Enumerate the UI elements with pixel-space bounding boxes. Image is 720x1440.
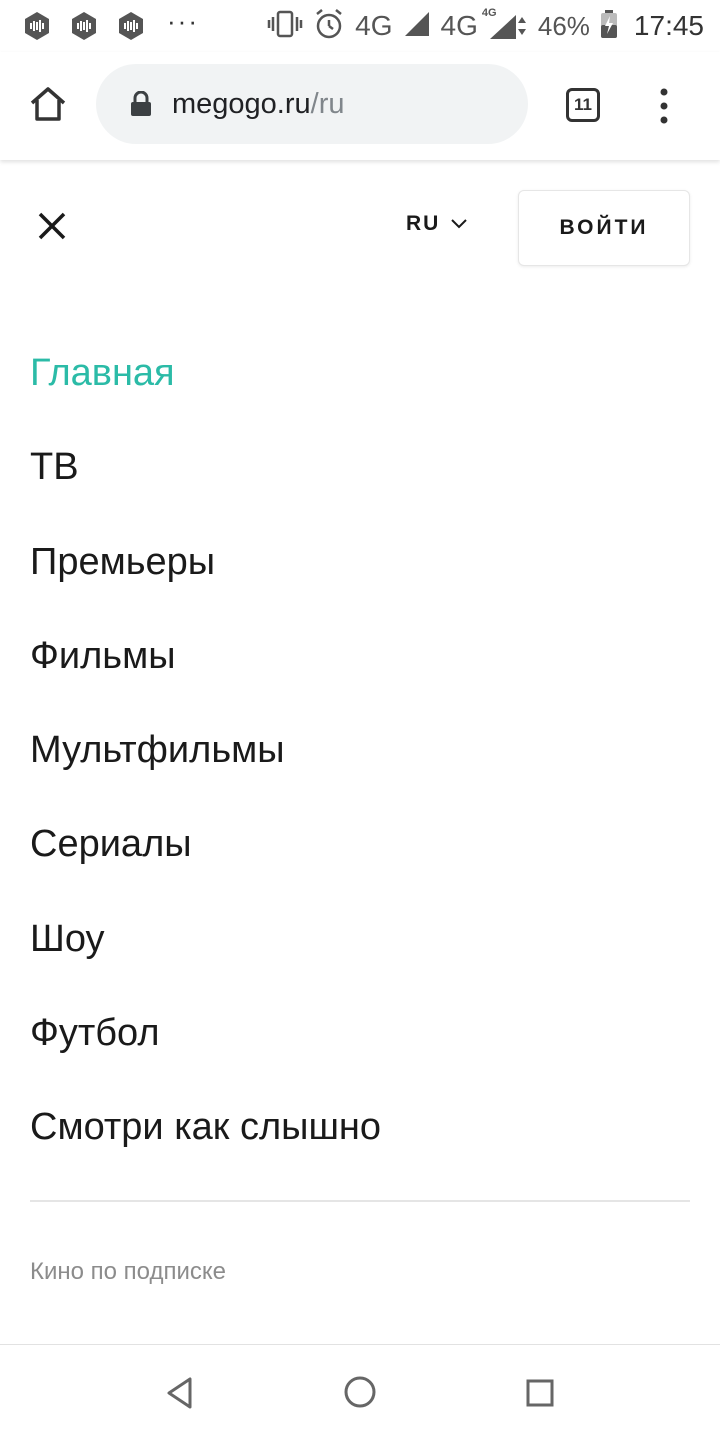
signal-data-icon: 4G — [482, 7, 528, 41]
url-host: megogo.ru — [172, 87, 311, 120]
menu-item-premieres[interactable]: Премьеры — [30, 515, 690, 609]
login-button[interactable]: ВОЙТИ — [518, 190, 690, 266]
menu-item-shows[interactable]: Шоу — [30, 892, 690, 986]
status-bar: ··· 4G 4G 4G 46% 17:45 — [0, 0, 720, 52]
soundcloud-notification-icon — [22, 11, 52, 41]
chevron-down-icon — [450, 212, 468, 236]
network-type-2: 4G — [440, 10, 478, 41]
menu-item-series[interactable]: Сериалы — [30, 797, 690, 891]
vibrate-icon — [267, 9, 303, 44]
network-type-1: 4G — [355, 10, 393, 41]
recent-apps-icon[interactable] — [526, 1379, 554, 1407]
tab-switcher-button[interactable]: 11 — [566, 88, 600, 122]
menu-item-tv[interactable]: ТВ — [30, 420, 690, 514]
battery-percent: 46% — [537, 10, 590, 41]
back-icon[interactable] — [164, 1375, 196, 1411]
menu-item-home[interactable]: Главная — [30, 326, 690, 420]
clock: 17:45 — [633, 10, 704, 41]
menu-item-football[interactable]: Футбол — [30, 986, 690, 1080]
browser-toolbar: megogo.ru/ru 11 — [0, 52, 720, 160]
more-options-icon[interactable] — [652, 86, 676, 126]
system-navigation-bar — [0, 1344, 720, 1440]
alarm-icon — [313, 8, 345, 45]
lock-icon — [130, 90, 152, 117]
section-heading-subscription[interactable]: Кино по подписке — [30, 1258, 226, 1286]
address-bar[interactable]: megogo.ru/ru — [96, 64, 528, 144]
menu-divider — [30, 1200, 690, 1202]
close-menu-icon[interactable] — [36, 210, 68, 242]
notification-icons: ··· — [22, 6, 199, 41]
battery-charging-icon — [600, 9, 618, 44]
home-circle-icon[interactable] — [343, 1375, 377, 1409]
menu-item-cartoons[interactable]: Мультфильмы — [30, 703, 690, 797]
language-selector[interactable]: RU — [406, 212, 468, 236]
soundcloud-notification-icon — [116, 11, 146, 41]
signal-icon — [403, 10, 431, 43]
home-icon[interactable] — [28, 84, 68, 124]
menu-item-watch-as-heard[interactable]: Смотри как слышно — [30, 1080, 690, 1174]
menu-item-movies[interactable]: Фильмы — [30, 609, 690, 703]
url-text[interactable]: megogo.ru/ru — [172, 88, 345, 121]
language-label: RU — [406, 212, 441, 235]
main-menu: Главная ТВ Премьеры Фильмы Мультфильмы С… — [30, 326, 690, 1175]
soundcloud-notification-icon — [69, 11, 99, 41]
url-path: /ru — [310, 87, 345, 120]
site-header: RU ВОЙТИ — [0, 160, 720, 290]
network-badge: 4G — [481, 7, 497, 19]
status-indicators: 4G 4G 4G 46% 17:45 — [267, 0, 704, 52]
more-notifications-icon: ··· — [167, 5, 199, 36]
